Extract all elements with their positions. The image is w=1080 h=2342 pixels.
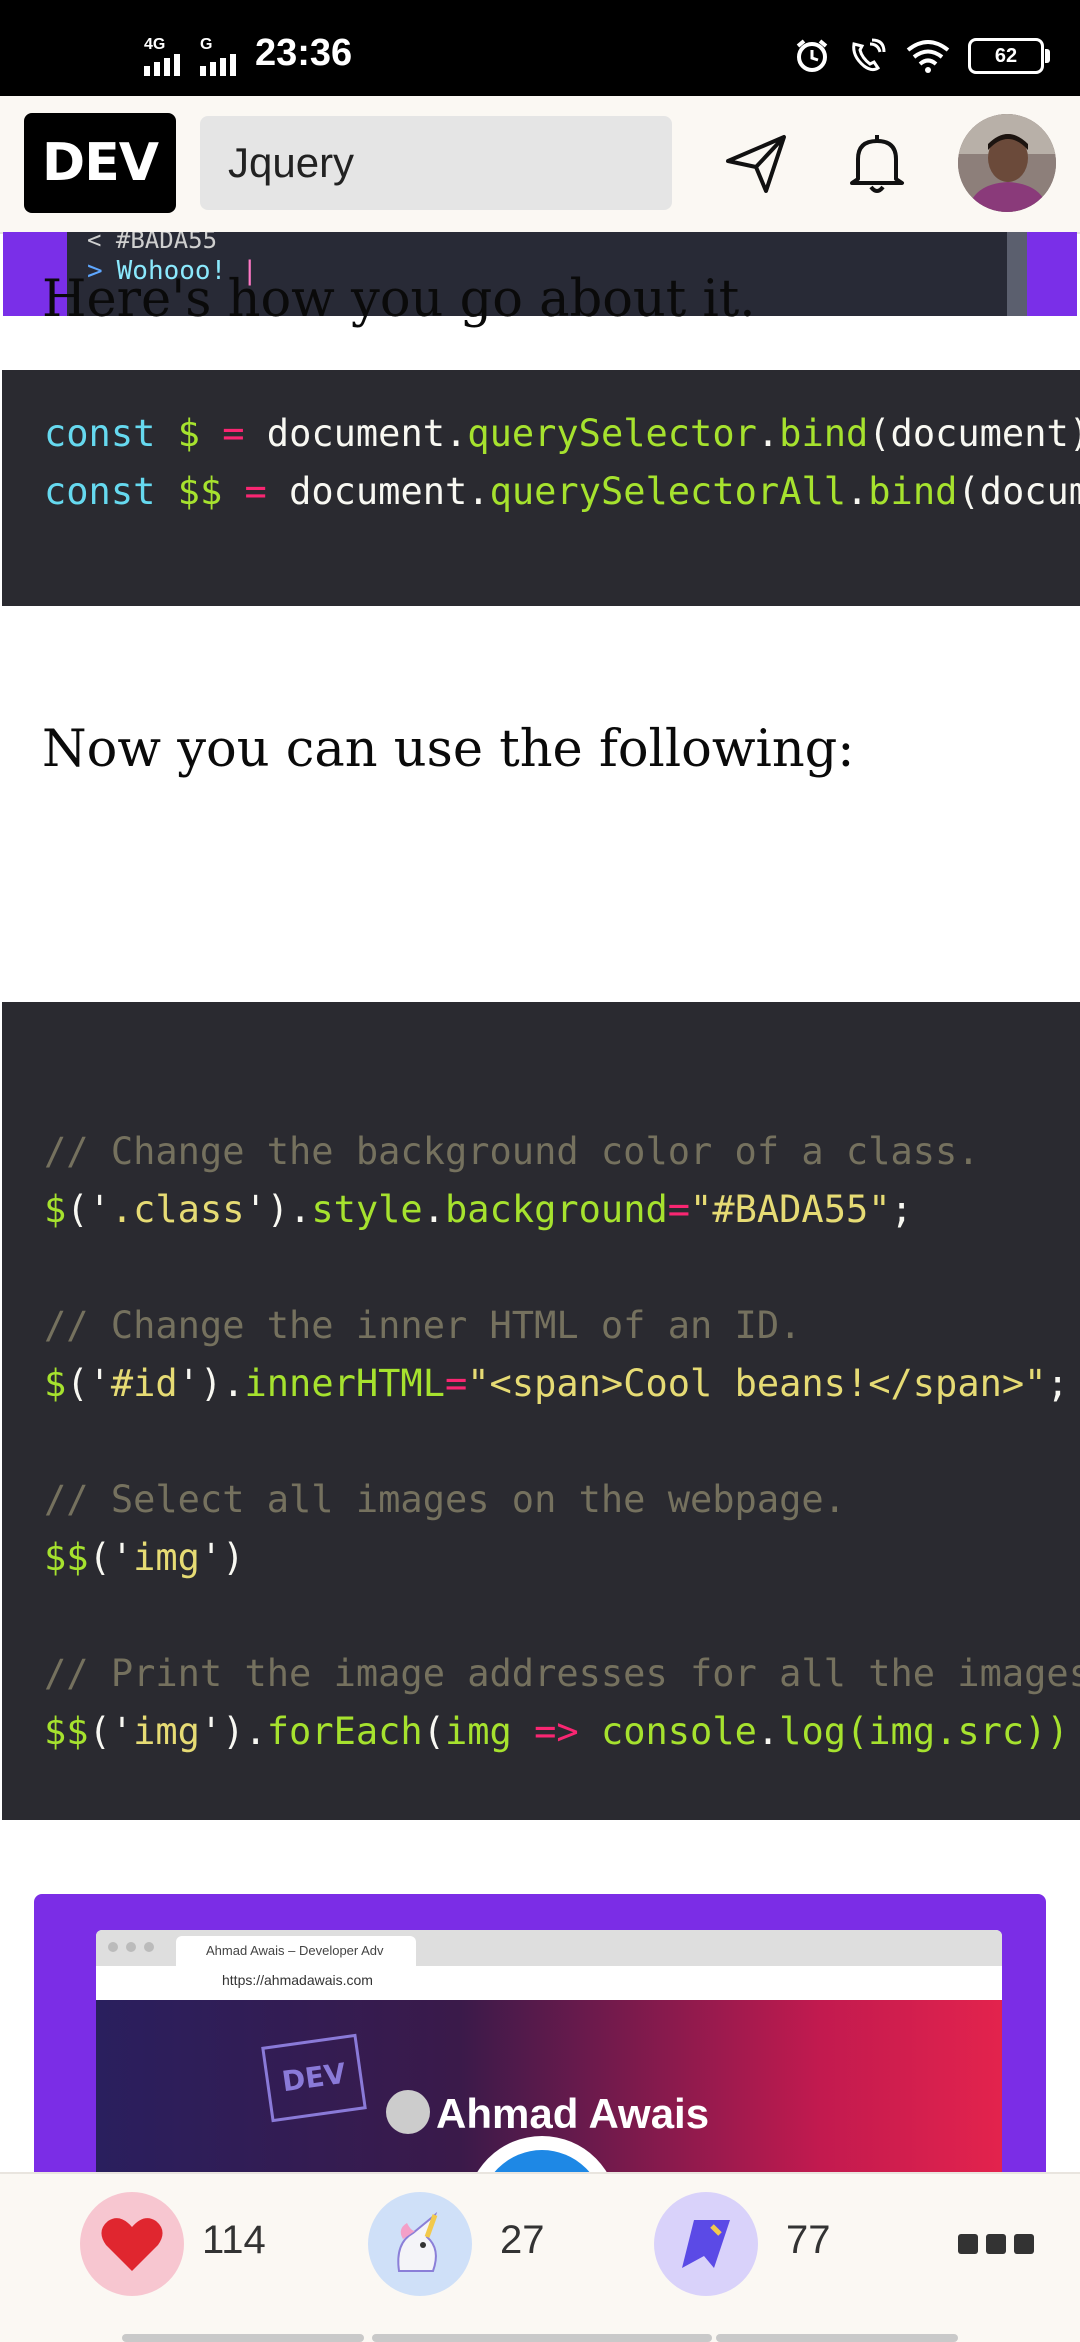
avatar-image <box>958 114 1056 212</box>
code-block: // Change the background color of a clas… <box>2 1002 1080 1820</box>
wifi-call-icon <box>852 38 886 72</box>
hero-avatar <box>386 2090 430 2134</box>
send-icon[interactable] <box>722 129 792 199</box>
save-count: 77 <box>786 2218 831 2262</box>
browser-tabs: Ahmad Awais – Developer Adv <box>96 1930 1002 1966</box>
wifi-icon <box>906 40 950 73</box>
network-4g-label: 4G <box>144 36 166 53</box>
scroll-indicator <box>372 2334 712 2342</box>
code-line: $$('img') <box>44 1536 245 1579</box>
embedded-image[interactable]: Ahmad Awais – Developer Adv https://ahma… <box>34 1894 1046 2172</box>
signal-icon-1 <box>144 54 180 76</box>
network-g-label: G <box>200 36 213 53</box>
unicorn-count: 27 <box>500 2218 545 2262</box>
signal-icon-2 <box>200 54 236 76</box>
status-time: 23:36 <box>255 32 353 74</box>
play-icon[interactable] <box>462 2132 622 2172</box>
alarm-icon <box>796 39 828 72</box>
dev-logo[interactable]: DEV <box>24 113 176 213</box>
scroll-indicator <box>716 2334 958 2342</box>
window-controls <box>108 1942 154 1952</box>
code-line: const $ = document.querySelector.bind(do… <box>44 412 1080 455</box>
code-line: const $$ = document.querySelectorAll.bin… <box>44 470 1080 513</box>
top-nav: DEV Jquery <box>0 96 1080 234</box>
scroll-indicator <box>122 2334 364 2342</box>
user-avatar[interactable] <box>958 114 1056 212</box>
hero-name: Ahmad Awais <box>436 2090 710 2137</box>
bookmark-icon <box>682 2220 730 2268</box>
dev-badge: DEV <box>261 2033 367 2123</box>
code-comment: // Select all images on the webpage. <box>44 1478 846 1521</box>
code-line: $('#id').innerHTML="<span>Cool beans!</s… <box>44 1362 1069 1405</box>
code-comment: // Print the image addresses for all the… <box>44 1652 1080 1695</box>
heart-reaction-button[interactable] <box>80 2192 184 2296</box>
code-comment: // Change the inner HTML of an ID. <box>44 1304 802 1347</box>
unicorn-reaction-button[interactable] <box>368 2192 472 2296</box>
heart-icon <box>101 2218 163 2271</box>
notifications-bell-icon[interactable] <box>842 129 912 199</box>
status-bar: 4G G 23:36 62 <box>0 0 1080 96</box>
terminal-line: < #BADA55 <box>87 232 218 254</box>
reactions-bar: 114 27 77 <box>0 2172 1080 2342</box>
browser-tab: Ahmad Awais – Developer Adv <box>176 1936 416 1966</box>
unicorn-icon <box>397 2211 438 2272</box>
save-reaction-button[interactable] <box>654 2192 758 2296</box>
terminal-scrollbar <box>1007 232 1027 316</box>
code-line: $$('img').forEach(img => console.log(img… <box>44 1710 1069 1753</box>
search-input[interactable]: Jquery <box>200 116 672 210</box>
article-content: < #BADA55 > Wohooo! | Here's how you go a… <box>0 232 1080 2172</box>
code-line: $('.class').style.background="#BADA55"; <box>44 1188 913 1231</box>
more-options-button[interactable] <box>958 2234 1034 2254</box>
battery-indicator: 62 <box>968 38 1050 74</box>
code-block: const $ = document.querySelector.bind(do… <box>2 370 1080 606</box>
paragraph: Here's how you go about it. <box>42 270 756 329</box>
browser-address-bar: https://ahmadawais.com <box>96 1966 1002 2001</box>
status-icons: 62 <box>794 38 1050 74</box>
paragraph: Now you can use the following: <box>42 720 855 779</box>
browser-url: https://ahmadawais.com <box>222 1972 373 1988</box>
code-comment: // Change the background color of a clas… <box>44 1130 980 1173</box>
heart-count: 114 <box>202 2218 266 2262</box>
